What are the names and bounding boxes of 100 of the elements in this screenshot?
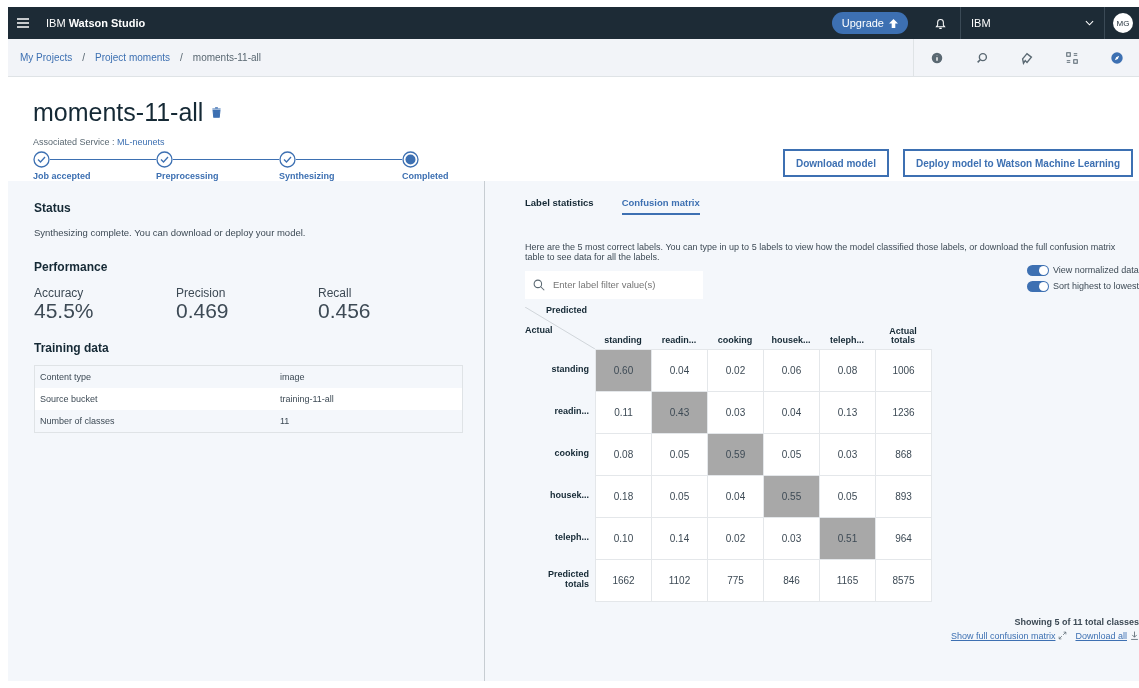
info-icon [929, 50, 944, 65]
summary-text: Showing 5 of 11 total classes [1014, 616, 1139, 627]
matrix-cell: 0.13 [819, 390, 876, 434]
section-heading: Training data [34, 341, 110, 355]
step-label: Preprocessing [156, 171, 220, 181]
row-header: Predicted totals [547, 568, 590, 591]
matrix-cell: 0.03 [819, 432, 876, 476]
matrix-cell: 1662 [595, 558, 652, 602]
predicted-axis-label: Predicted [546, 304, 587, 315]
matrix-cell: 964 [875, 516, 932, 560]
page-title: moments-11-all [33, 98, 204, 127]
upgrade-button[interactable]: Upgrade [831, 12, 908, 34]
toggle-switch[interactable] [1026, 264, 1049, 276]
section-heading: Status [34, 201, 72, 215]
matrix-cell: 775 [707, 558, 764, 602]
metric-value: 0.469 [176, 300, 230, 321]
matrix-cell: 0.04 [651, 348, 708, 392]
download-link[interactable]: Download all [1075, 630, 1139, 641]
row-header: cooking [553, 447, 590, 461]
matrix-cell: 1102 [651, 558, 708, 602]
user-avatar[interactable]: MG [1113, 13, 1133, 33]
toggle-label: Sort highest to lowest [1052, 281, 1139, 292]
expand-icon [1058, 631, 1068, 641]
matrix-cell: 0.18 [595, 474, 652, 518]
metric-value: 0.456 [318, 300, 372, 321]
filter-field[interactable]: Enter label filter value(s) [525, 270, 703, 299]
app-brand[interactable]: IBM Watson Studio [46, 17, 146, 29]
matrix-cell: 0.59 [707, 432, 764, 476]
breadcrumb-separator: / [82, 52, 85, 63]
menu-icon[interactable] [17, 18, 29, 28]
tab[interactable]: Label statistics [525, 197, 594, 215]
table-cell-text: Number of classes [39, 416, 116, 426]
matrix-cell: 0.04 [763, 390, 820, 434]
deploy-button[interactable]: Deploy model to Watson Machine Learning [902, 149, 1133, 177]
bell-icon[interactable] [933, 16, 947, 30]
column-header: teleph... [829, 334, 865, 348]
matrix-cell: 846 [763, 558, 820, 602]
download-icon [1130, 631, 1139, 641]
matrix-cell: 0.04 [707, 474, 764, 518]
matrix-cell: 0.11 [595, 390, 652, 434]
grid-icon [1064, 50, 1079, 65]
row-header: teleph... [554, 531, 590, 545]
column-header: standing [603, 334, 643, 348]
search-icon [974, 50, 989, 65]
matrix-cell: 0.05 [651, 432, 708, 476]
column-header: Actual totals [888, 324, 918, 348]
step-label: Synthesizing [279, 171, 336, 181]
matrix-cell: 0.43 [651, 390, 708, 434]
expand-link[interactable]: Show full confusion matrix [950, 630, 1068, 641]
matrix-cell: 8575 [875, 558, 932, 602]
step-label: Job accepted [33, 171, 92, 181]
matrix-cell: 0.03 [763, 516, 820, 560]
row-header: standing [550, 363, 590, 377]
matrix-cell: 868 [875, 432, 932, 476]
matrix-cell: 0.60 [595, 348, 652, 392]
metric-label: Recall [318, 286, 353, 300]
row-header: readin... [553, 405, 590, 419]
actual-axis-label: Actual [525, 324, 553, 335]
breadcrumb-link[interactable]: My Projects [20, 52, 73, 63]
breadcrumb-link[interactable]: Project moments [95, 52, 171, 63]
toggle-switch[interactable] [1026, 280, 1049, 292]
service-link[interactable]: ML-neunets [117, 137, 165, 147]
service-label: Associated Service : [33, 137, 116, 147]
chat-icon [1019, 50, 1034, 65]
arrow-up-icon [889, 18, 898, 28]
section-heading: Performance [34, 260, 109, 274]
chevron-down-icon[interactable] [1085, 20, 1094, 26]
matrix-cell: 0.14 [651, 516, 708, 560]
matrix-cell: 0.02 [707, 516, 764, 560]
filter-field[interactable]: Enter label filter value(s) [551, 278, 695, 292]
matrix-cell: 0.05 [651, 474, 708, 518]
table-cell-text: 11 [279, 416, 291, 426]
search-icon [533, 278, 545, 291]
matrix-cell: 0.02 [707, 348, 764, 392]
leader-line [525, 306, 595, 349]
matrix-cell: 1165 [819, 558, 876, 602]
metric-label: Accuracy [34, 286, 85, 300]
table-cell-text: image [279, 372, 306, 382]
download-button[interactable]: Download model [782, 149, 889, 177]
table-cell-text: Content type [39, 372, 93, 382]
column-header: readin... [660, 334, 698, 348]
table-cell-text: Source bucket [39, 394, 99, 404]
matrix-cell: 893 [875, 474, 932, 518]
matrix-cell: 0.05 [763, 432, 820, 476]
table-cell-text: training-11-all [279, 394, 335, 404]
matrix-cell: 0.08 [595, 432, 652, 476]
matrix-cell: 0.08 [819, 348, 876, 392]
toggle-label: View normalized data [1052, 265, 1139, 276]
metric-value: 45.5% [34, 300, 95, 321]
tab[interactable]: Confusion matrix [621, 197, 700, 215]
matrix-cell: 0.55 [763, 474, 820, 518]
breadcrumb-separator: / [180, 52, 183, 63]
matrix-cell: 0.06 [763, 348, 820, 392]
status-text: Synthesizing complete. You can download or deploy your model. [34, 227, 307, 238]
column-header: cooking [716, 334, 754, 348]
breadcrumb-current: moments-11-all [192, 52, 261, 63]
compass-icon [1109, 50, 1124, 65]
matrix-cell: 1006 [875, 348, 932, 392]
matrix-cell: 0.05 [819, 474, 876, 518]
step-label: Completed [402, 171, 450, 181]
